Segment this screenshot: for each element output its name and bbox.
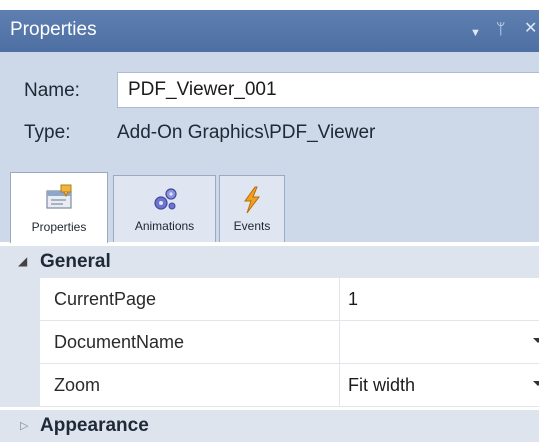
property-row-currentpage[interactable]: CurrentPage 1: [0, 278, 539, 321]
property-name-cell: Zoom: [40, 364, 340, 407]
title-bar: Properties ▼ ᛘ ✕: [0, 10, 539, 52]
type-value: Add-On Graphics\PDF_Viewer: [117, 122, 376, 143]
name-field[interactable]: [117, 72, 539, 108]
property-value-cell[interactable]: [340, 321, 539, 364]
property-value-cell[interactable]: 1: [340, 278, 539, 321]
properties-pane: Properties ▼ ᛘ ✕ Name: Type: Add-On Grap…: [0, 0, 539, 447]
property-value[interactable]: 1: [348, 289, 358, 310]
row-gutter: [0, 278, 40, 321]
tab-strip: Properties Animations Events: [0, 162, 539, 243]
tab-animations[interactable]: Animations: [113, 175, 216, 242]
dropdown-triangle-icon[interactable]: ▼: [470, 23, 481, 43]
property-name-cell: CurrentPage: [40, 278, 340, 321]
events-icon: [244, 186, 260, 214]
tab-label: Events: [233, 219, 271, 233]
tab-label: Properties: [31, 220, 87, 234]
property-name-cell: DocumentName: [40, 321, 340, 364]
row-gutter: [0, 321, 40, 364]
property-row-documentname[interactable]: DocumentName: [0, 321, 539, 364]
property-row-zoom[interactable]: Zoom Fit width: [0, 364, 539, 407]
property-grid: ◢ General CurrentPage 1 DocumentName Zoo…: [0, 242, 539, 447]
pin-icon[interactable]: ᛘ: [496, 19, 506, 39]
property-name: DocumentName: [54, 332, 185, 352]
type-label: Type:: [24, 122, 71, 143]
expanded-arrow-icon[interactable]: ◢: [18, 254, 27, 268]
tab-properties[interactable]: Properties: [10, 172, 108, 243]
dropdown-arrow-icon[interactable]: [533, 381, 539, 386]
tab-events[interactable]: Events: [219, 175, 285, 242]
pane-title: Properties: [10, 19, 97, 40]
category-label: General: [40, 251, 111, 272]
animations-icon: [153, 188, 177, 210]
properties-icon: [46, 184, 72, 209]
category-general[interactable]: ◢ General: [0, 246, 539, 278]
tab-label: Animations: [134, 219, 195, 233]
property-name: Zoom: [54, 375, 101, 395]
row-gutter: [0, 364, 40, 407]
dropdown-arrow-icon[interactable]: [533, 338, 539, 343]
name-label: Name:: [24, 80, 80, 101]
category-label: Appearance: [40, 415, 149, 436]
property-value-cell[interactable]: Fit width: [340, 364, 539, 407]
object-header: Name: Type: Add-On Graphics\PDF_Viewer: [0, 52, 539, 162]
property-name: CurrentPage: [54, 289, 157, 309]
property-value[interactable]: Fit width: [348, 375, 415, 396]
category-appearance[interactable]: ▷ Appearance: [0, 410, 539, 442]
collapsed-arrow-icon[interactable]: ▷: [20, 419, 28, 432]
close-icon[interactable]: ✕: [524, 19, 537, 39]
